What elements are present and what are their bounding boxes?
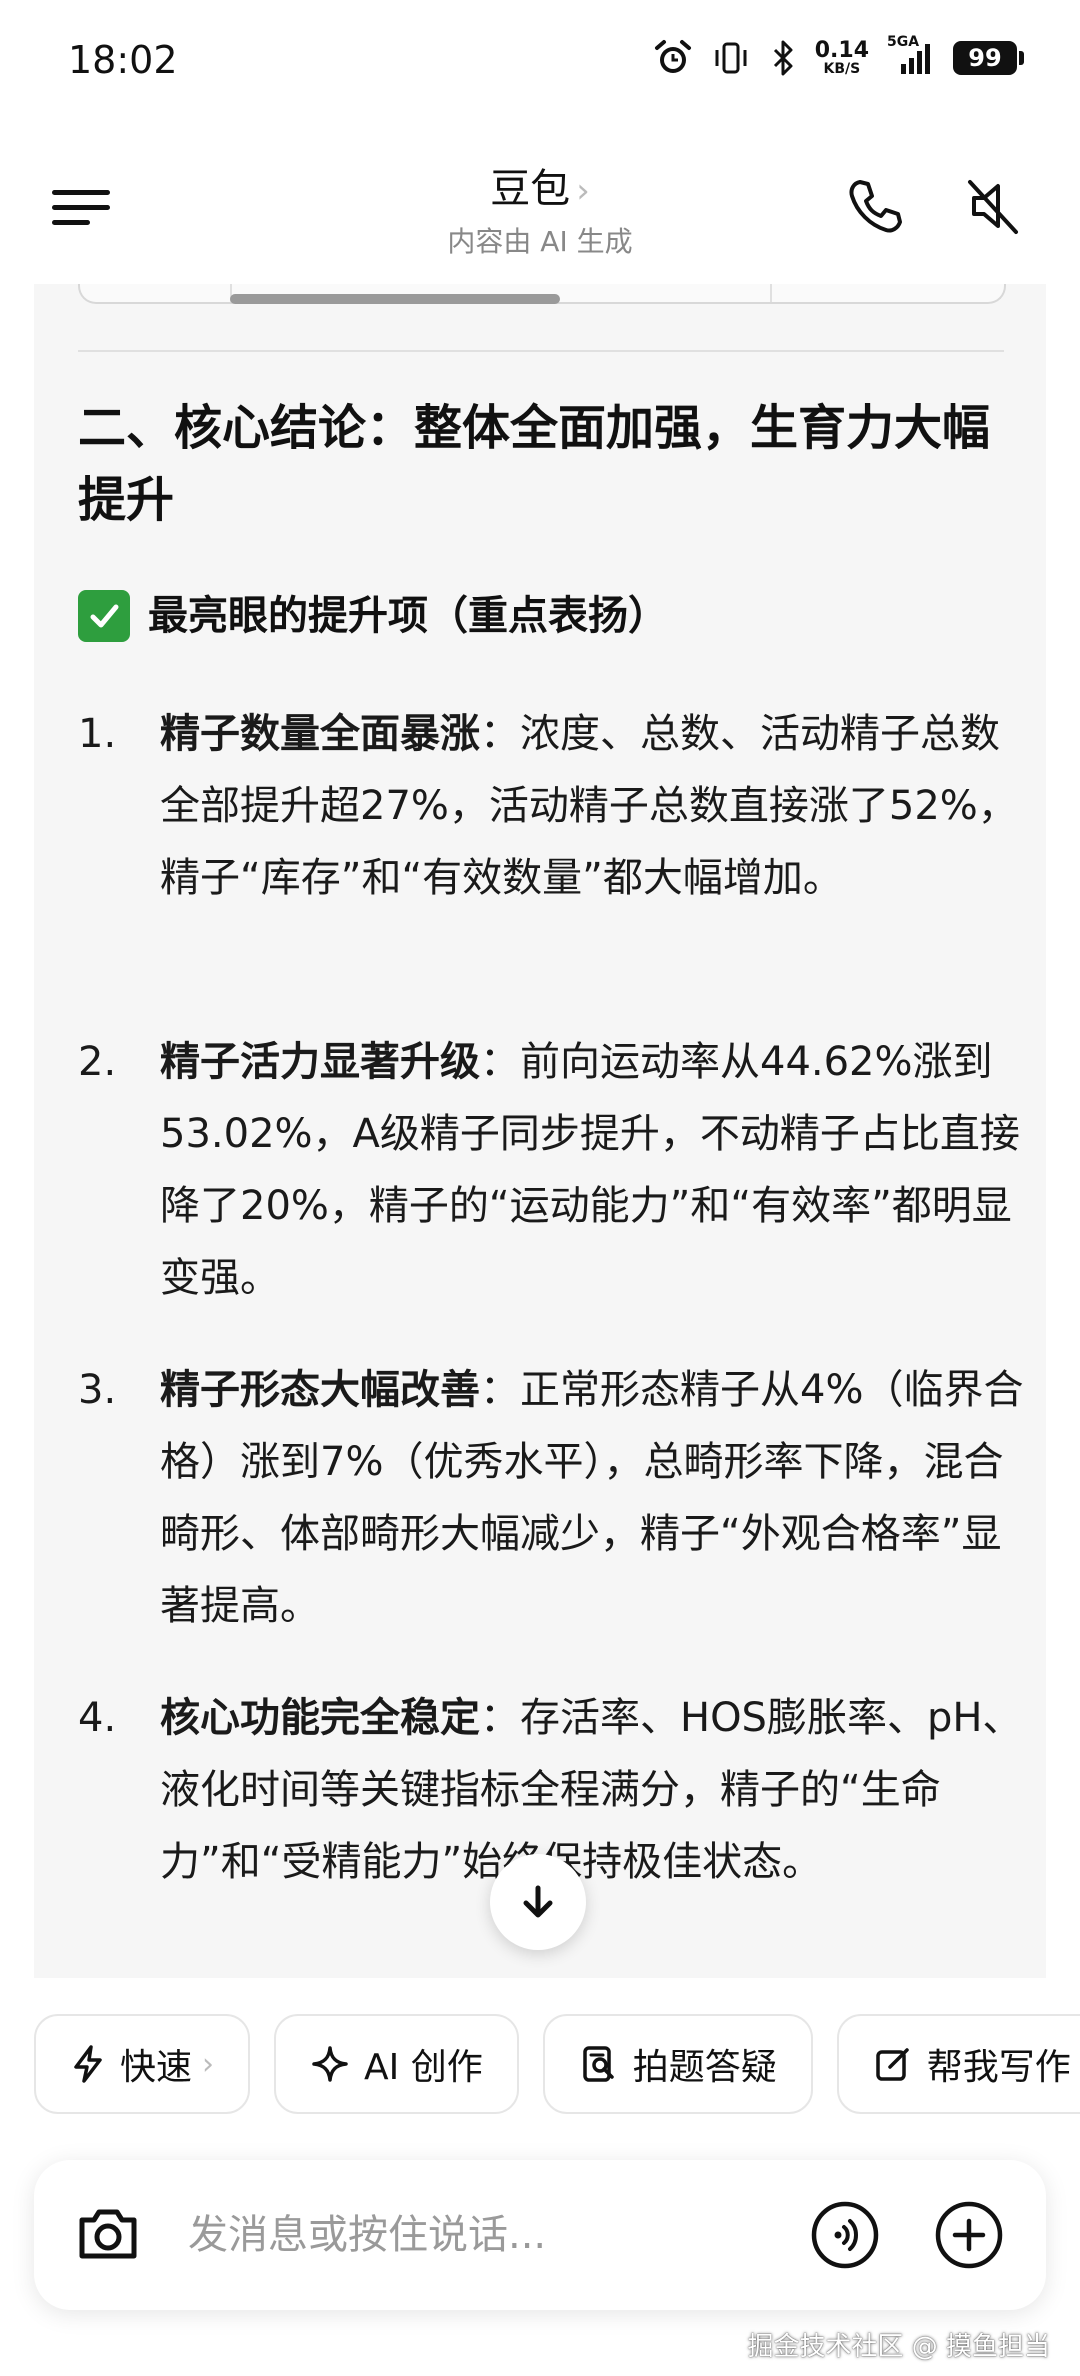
call-button[interactable] [842,174,906,238]
scroll-to-bottom-button[interactable] [490,1854,586,1950]
checkmark-icon [78,590,130,642]
chat-title-area[interactable]: 豆包 › 内容由 AI 生成 [0,156,1080,260]
photo-question-icon [579,2044,619,2084]
message-input[interactable] [188,2204,748,2266]
network-type-label: 5GA [887,34,920,50]
bluetooth-icon [769,38,797,78]
chevron-right-icon: › [202,2046,215,2082]
lightning-icon [70,2044,106,2084]
camera-button[interactable] [72,2198,144,2270]
status-icons: 0.14 KB/S 5GA 99 [653,34,1024,78]
phone-icon [849,180,902,233]
signal-icon: 5GA [887,34,935,78]
list-item: 3. 精子形态大幅改善：正常形态精子从4%（临界合格）涨到7%（优秀水平），总畸… [78,1367,1024,1629]
sparkle-icon [310,2044,350,2084]
battery-icon: 99 [953,41,1024,75]
message-input-bar [34,2160,1046,2310]
camera-icon [79,2209,137,2259]
chat-title[interactable]: 豆包 › [0,156,1080,214]
horizontal-scrollbar[interactable] [230,294,560,304]
message-card: 二、核心结论：整体全面加强，生育力大幅提升 最亮眼的提升项（重点表扬） 1. 精… [34,284,1046,1978]
status-time: 18:02 [68,38,178,82]
mute-button[interactable] [960,174,1024,238]
subsection-heading: 最亮眼的提升项（重点表扬） [78,586,1008,646]
chip-help-write[interactable]: 帮我写作 [836,2014,1080,2114]
divider [78,350,1004,352]
watermark: 掘金技术社区 @ 摸鱼担当 [747,2332,1050,2362]
net-speed: 0.14 KB/S [814,38,869,77]
title-chevron-icon: › [576,171,590,211]
add-attachment-button[interactable] [934,2200,1004,2270]
arrow-down-icon [523,1885,553,1918]
list-item: 2. 精子活力显著升级：前向运动率从44.62%涨到53.02%，A级精子同步提… [78,1039,1020,1301]
voice-call-button[interactable] [810,2200,880,2270]
edit-icon [873,2044,913,2084]
status-bar: 18:02 0.14 KB/S 5GA 99 [0,0,1080,120]
list-item: 1. 精子数量全面暴涨：浓度、总数、活动精子总数全部提升超27%，活动精子总数直… [78,711,1018,901]
voice-wave-icon [811,2201,879,2269]
alarm-icon [653,38,693,78]
chat-header: 豆包 › 内容由 AI 生成 [0,140,1080,280]
vibrate-icon [711,38,751,78]
speaker-off-icon [968,180,1018,234]
section-heading: 二、核心结论：整体全面加强，生育力大幅提升 [78,400,991,528]
chip-fast-mode[interactable]: 快速 › [34,2014,251,2114]
ai-disclaimer: 内容由 AI 生成 [447,225,633,258]
quick-actions: 快速 › AI 创作 拍题答疑 帮我写作 [34,2014,1080,2118]
plus-circle-icon [935,2201,1003,2269]
chip-ai-create[interactable]: AI 创作 [274,2014,519,2114]
chip-photo-question[interactable]: 拍题答疑 [542,2014,813,2114]
